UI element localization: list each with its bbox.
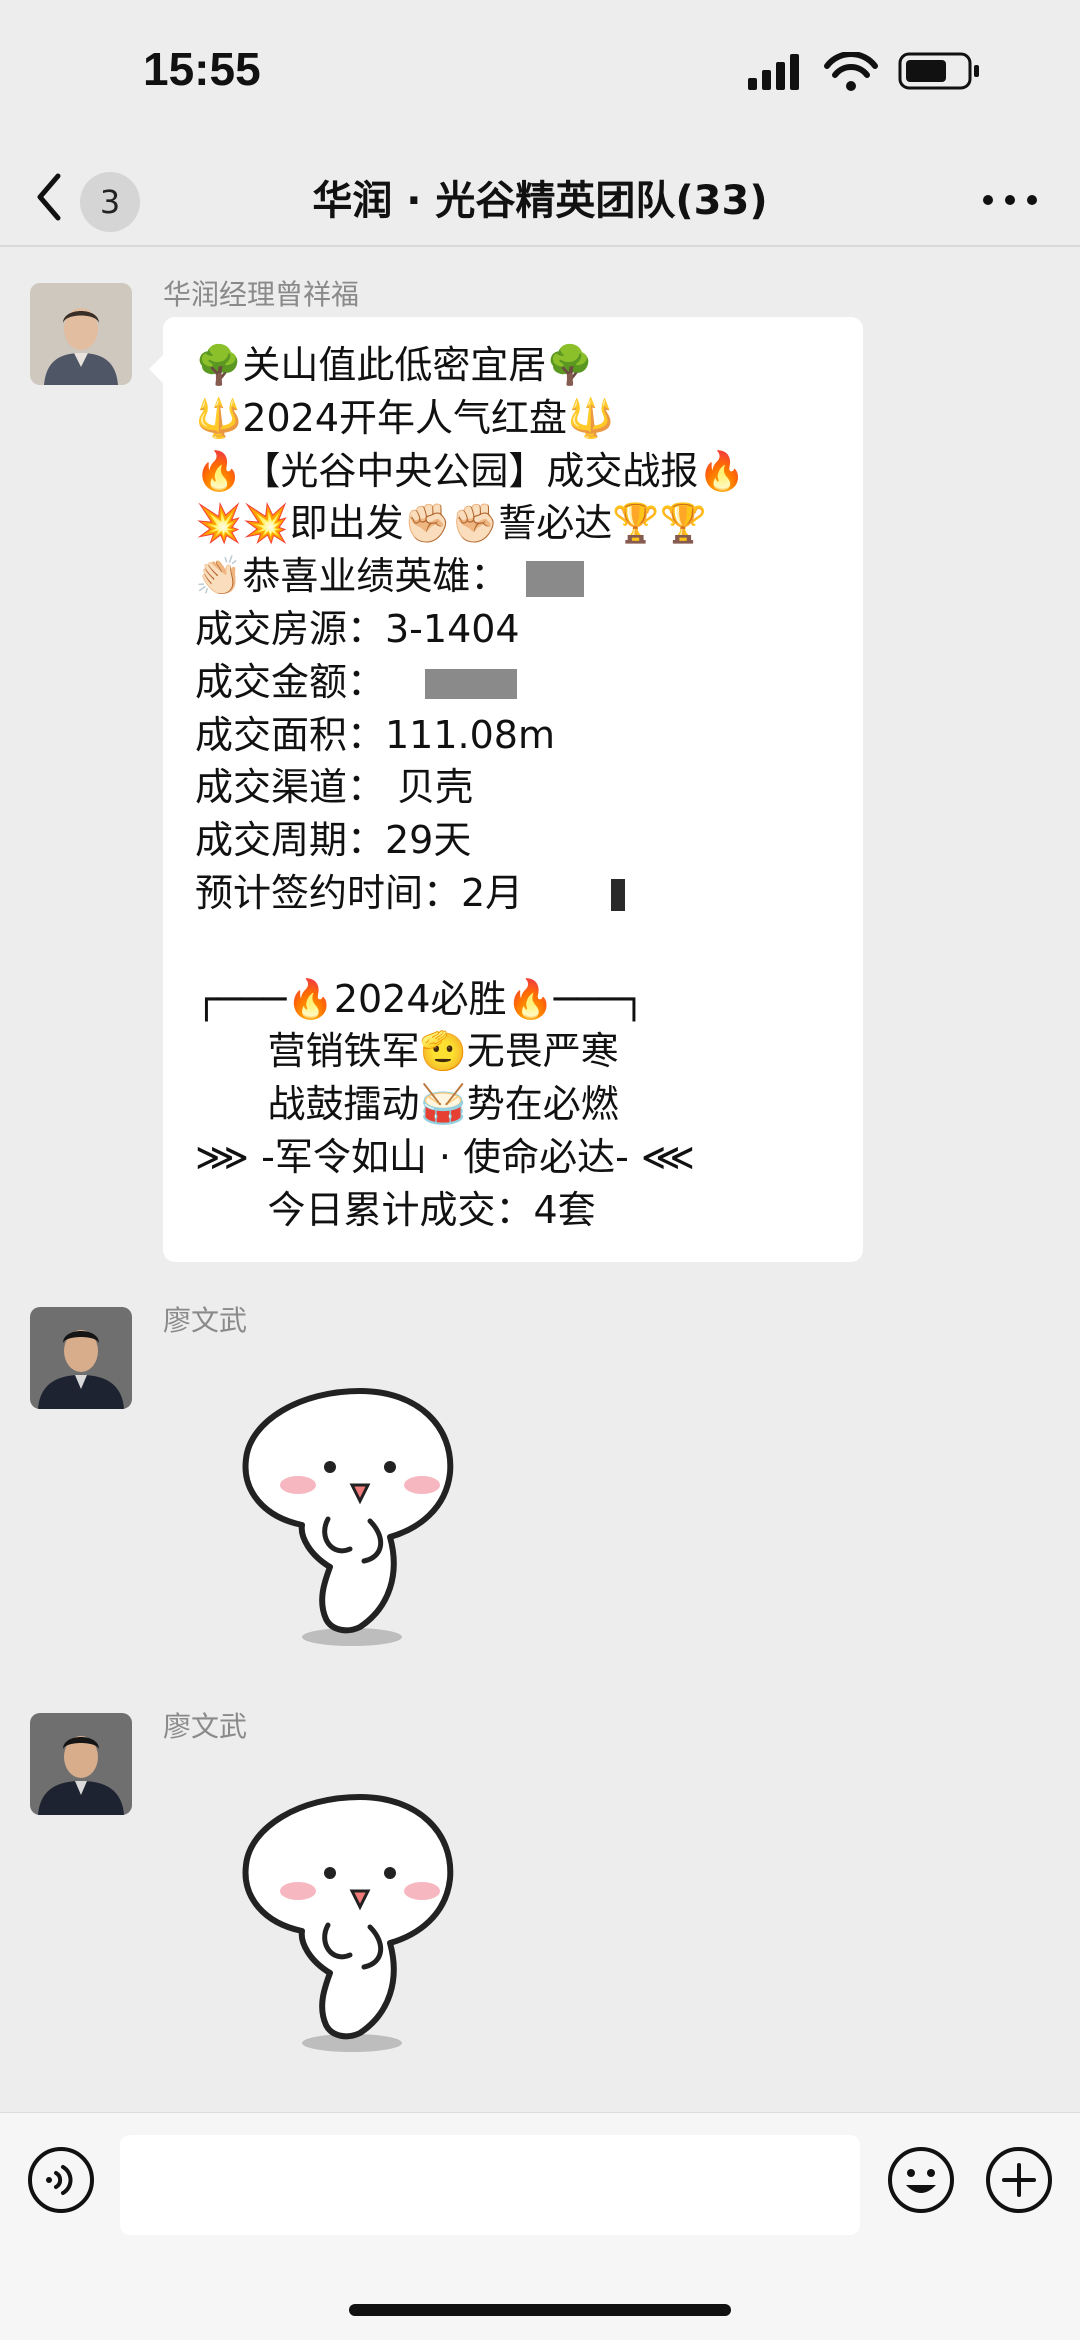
redaction-block: [611, 879, 626, 912]
message-list[interactable]: 华润经理曾祥福 🌳关山值此低密宜居🌳 🔱2024开年人气红盘🔱 🔥【光谷中央公园…: [0, 247, 1080, 2112]
battery-icon: [898, 52, 979, 90]
dancing-blob-sticker[interactable]: [240, 1387, 480, 1647]
dancing-blob-sticker[interactable]: [240, 1793, 480, 2053]
message-line: ┌───🔥2024必胜🔥───┐: [195, 976, 646, 1021]
nav-bar: 3 华润 · 光谷精英团队(33): [0, 150, 1080, 247]
message-line: 今日累计成交：4套: [195, 1187, 596, 1232]
redaction-block: [526, 560, 585, 597]
signal-icon: [748, 54, 799, 90]
avatar[interactable]: [30, 1713, 132, 1815]
status-icons: [748, 51, 988, 92]
avatar[interactable]: [30, 1307, 132, 1409]
chat-title: 华润 · 光谷精英团队(33): [312, 178, 768, 224]
wifi-icon: [824, 51, 878, 91]
chat-screen: 15:55 3 华润 · 光谷精英团队(33) 华润经理曾祥福 🌳关山值此低密宜…: [0, 0, 1080, 2340]
back-button[interactable]: 3: [30, 162, 150, 232]
message-line-text: 👏🏻恭喜业绩英雄：: [195, 554, 509, 599]
sender-name: 华润经理曾祥福: [163, 278, 360, 311]
avatar[interactable]: [30, 283, 132, 385]
message-line: 营销铁军🫡无畏严寒: [195, 1029, 619, 1074]
voice-icon: [28, 2147, 94, 2213]
message-line: 🌳关山值此低密宜居🌳: [195, 343, 594, 387]
status-bar: 15:55: [0, 0, 1080, 150]
more-functions-button[interactable]: [984, 2145, 1054, 2215]
home-indicator[interactable]: [349, 2304, 731, 2316]
more-button[interactable]: [970, 170, 1050, 230]
message-line: 👏🏻恭喜业绩英雄：: [195, 550, 855, 603]
message-item: 廖文武: [0, 1710, 1080, 2093]
message-line: 💥💥即出发✊🏻✊🏻誓必达🏆🏆: [195, 501, 707, 546]
message-item: 华润经理曾祥福 🌳关山值此低密宜居🌳 🔱2024开年人气红盘🔱 🔥【光谷中央公园…: [0, 247, 1080, 1267]
message-item: 廖文武: [0, 1304, 1080, 1687]
message-text: 🌳关山值此低密宜居🌳 🔱2024开年人气红盘🔱 🔥【光谷中央公园】成交战报🔥 💥…: [195, 339, 855, 1237]
redaction-block: [425, 669, 518, 700]
message-line: 战鼓擂动🥁势在必燃: [195, 1082, 619, 1127]
input-bar: [0, 2112, 1080, 2340]
message-line: ⋙ -军令如山 · 使命必达- ⋘: [195, 1134, 695, 1179]
more-dots-icon: [983, 195, 1037, 205]
plus-icon: [986, 2147, 1052, 2213]
emoji-button[interactable]: [886, 2145, 956, 2215]
message-input[interactable]: [120, 2135, 860, 2235]
message-line: 🔥【光谷中央公园】成交战报🔥: [195, 448, 746, 493]
sender-name: 廖文武: [163, 1304, 248, 1337]
voice-button[interactable]: [26, 2145, 96, 2215]
message-line: 成交面积：111.08m: [195, 712, 555, 757]
message-line: 预计签约时间：2月: [195, 867, 855, 920]
message-line: 🔱2024开年人气红盘🔱: [195, 395, 615, 440]
status-time: 15:55: [143, 43, 261, 95]
message-line: 成交渠道： 贝壳: [195, 765, 474, 810]
message-line: [195, 920, 855, 973]
chevron-left-icon: [37, 173, 61, 221]
emoji-icon: [888, 2147, 954, 2213]
message-bubble[interactable]: 🌳关山值此低密宜居🌳 🔱2024开年人气红盘🔱 🔥【光谷中央公园】成交战报🔥 💥…: [149, 317, 863, 1262]
message-line: 成交金额：: [195, 656, 855, 709]
message-line: 成交房源：3-1404: [195, 606, 520, 651]
message-line: 成交周期：29天: [195, 818, 472, 863]
message-line-text: 预计签约时间：2月: [195, 870, 524, 915]
message-line-text: 成交金额：: [195, 659, 386, 704]
sender-name: 廖文武: [163, 1710, 248, 1743]
unread-count-badge: 3: [80, 172, 140, 232]
